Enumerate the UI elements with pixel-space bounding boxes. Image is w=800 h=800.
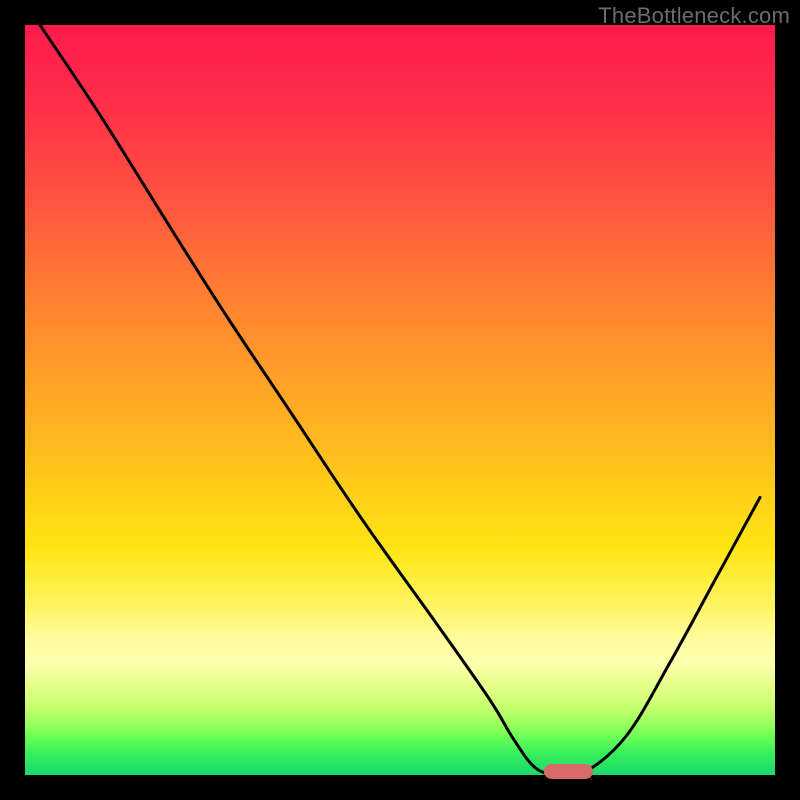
bottleneck-curve	[40, 25, 760, 775]
chart-container: TheBottleneck.com	[0, 0, 800, 800]
plot-area	[25, 25, 775, 775]
watermark-label: TheBottleneck.com	[598, 3, 790, 29]
optimal-marker	[544, 764, 593, 779]
line-plot-svg	[25, 25, 775, 775]
